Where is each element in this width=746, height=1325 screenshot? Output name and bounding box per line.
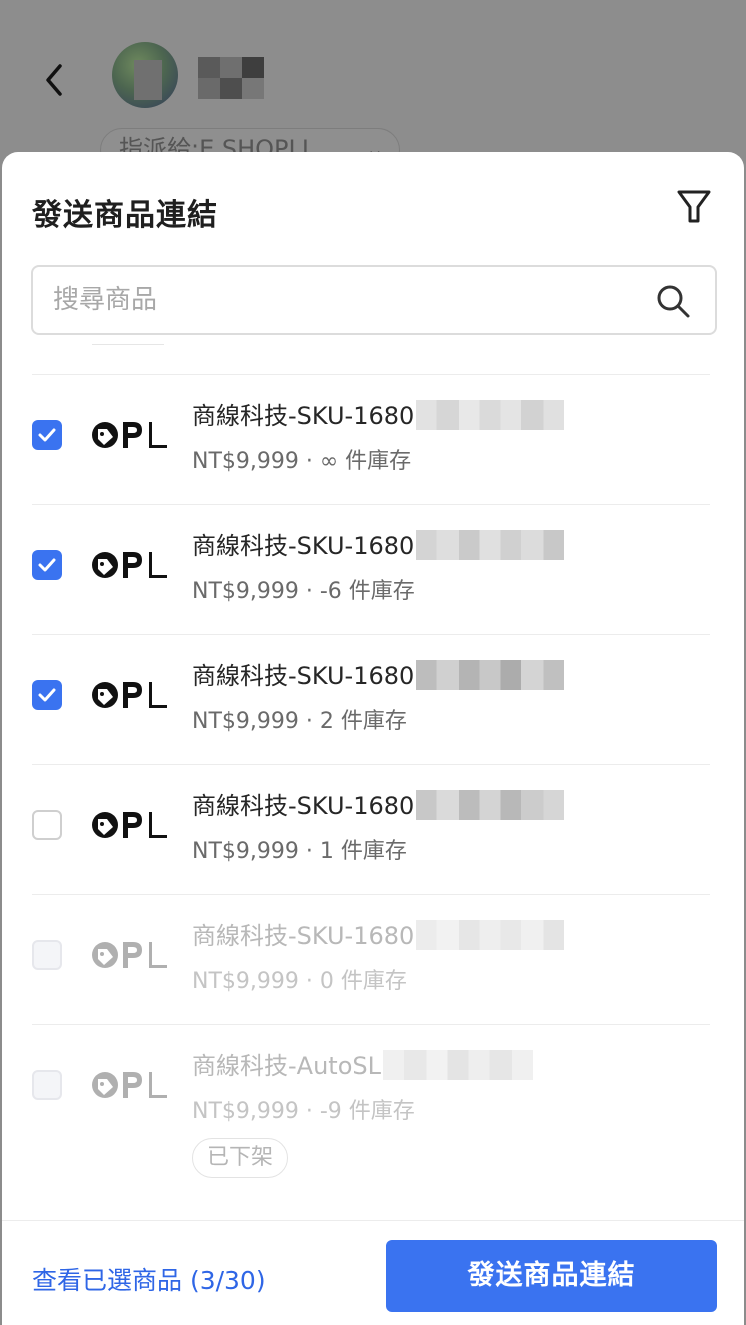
product-price-stock: NT$9,999 · -6 件庫存 xyxy=(192,579,415,604)
product-name-text: 商線科技-SKU-1680 xyxy=(192,402,415,430)
product-checkbox xyxy=(32,940,62,970)
product-row[interactable]: 商線科技-SKU-1680 NT$9,999 · 2 件庫存 xyxy=(2,634,744,764)
product-row: 商線科技-AutoSL NT$9,999 · -9 件庫存已下架 xyxy=(2,1024,744,1178)
product-checkbox xyxy=(32,1070,62,1100)
product-name: 商線科技-SKU-1680 xyxy=(192,526,565,562)
chat-header-background: 指派給:E SHOPLI ⌄ xyxy=(0,0,746,172)
product-row[interactable]: 商線科技-SKU-1680 NT$9,999 · -6 件庫存 xyxy=(2,504,744,634)
redacted-sku-suffix xyxy=(416,660,565,690)
product-checkbox[interactable] xyxy=(32,420,62,450)
row-divider xyxy=(32,504,710,505)
checkmark-icon xyxy=(38,428,56,442)
redacted-sku-suffix xyxy=(416,530,565,560)
redacted-sku-suffix xyxy=(416,400,565,430)
product-price-stock: NT$9,999 · ∞ 件庫存 xyxy=(192,449,412,474)
filter-icon[interactable] xyxy=(672,184,716,228)
product-name: 商線科技-AutoSL xyxy=(192,1046,533,1082)
product-thumbnail-logo xyxy=(92,942,167,968)
product-name: 商線科技-SKU-1680 xyxy=(192,396,565,432)
product-thumbnail-logo xyxy=(92,1072,167,1098)
checkmark-icon xyxy=(38,558,56,572)
redacted-sku-suffix xyxy=(383,1050,533,1080)
product-row: 商線科技-SKU-1680 NT$9,999 · 0 件庫存 xyxy=(2,894,744,1024)
product-thumbnail-logo xyxy=(92,682,167,708)
row-divider xyxy=(32,374,710,375)
status-badge: 已下架 xyxy=(192,1138,289,1178)
product-name-text: 商線科技-AutoSL xyxy=(192,1052,381,1080)
row-divider xyxy=(32,894,710,895)
product-checkbox[interactable] xyxy=(32,550,62,580)
contact-name-redacted xyxy=(198,57,264,99)
redacted-sku-suffix xyxy=(416,790,565,820)
product-list[interactable]: 商線科技-SKU-1680 NT$9,999 · ∞ 件庫存 商線科技-SKU-16… xyxy=(2,344,744,1220)
row-divider xyxy=(32,1024,710,1025)
row-divider xyxy=(32,634,710,635)
product-thumbnail-logo xyxy=(92,422,167,448)
checkmark-icon xyxy=(38,688,56,702)
product-price-stock: NT$9,999 · 2 件庫存 xyxy=(192,709,407,734)
view-selected-link[interactable]: 查看已選商品 (3/30) xyxy=(32,1261,266,1297)
product-checkbox[interactable] xyxy=(32,680,62,710)
product-row[interactable]: 商線科技-SKU-1680 NT$9,999 · 1 件庫存 xyxy=(2,764,744,894)
product-thumbnail-logo xyxy=(92,812,167,838)
sheet-title: 發送商品連結 xyxy=(32,198,218,233)
product-name-text: 商線科技-SKU-1680 xyxy=(192,922,415,950)
search-input[interactable] xyxy=(53,277,633,323)
product-row[interactable]: 商線科技-SKU-1680 NT$9,999 · ∞ 件庫存 xyxy=(2,374,744,504)
avatar[interactable] xyxy=(112,42,178,108)
product-name-text: 商線科技-SKU-1680 xyxy=(192,792,415,820)
product-name-text: 商線科技-SKU-1680 xyxy=(192,662,415,690)
back-arrow-icon[interactable] xyxy=(40,62,70,98)
product-name: 商線科技-SKU-1680 xyxy=(192,656,565,692)
product-thumbnail-logo xyxy=(92,552,167,578)
product-price-stock: NT$9,999 · 1 件庫存 xyxy=(192,839,407,864)
search-box xyxy=(31,265,717,335)
send-product-link-button[interactable]: 發送商品連結 xyxy=(386,1240,717,1312)
search-icon[interactable] xyxy=(655,283,691,319)
product-name: 商線科技-SKU-1680 xyxy=(192,916,565,952)
product-price-stock: NT$9,999 · 0 件庫存 xyxy=(192,969,407,994)
product-name: 商線科技-SKU-1680 xyxy=(192,786,565,822)
sheet-footer: 查看已選商品 (3/30) 發送商品連結 xyxy=(2,1220,744,1325)
redacted-sku-suffix xyxy=(416,920,565,950)
product-checkbox[interactable] xyxy=(32,810,62,840)
product-name-text: 商線科技-SKU-1680 xyxy=(192,532,415,560)
row-divider xyxy=(32,764,710,765)
send-product-link-sheet: 發送商品連結 商線科技-SKU-1680NT$9,999 · ∞ 件庫存商線科技… xyxy=(2,152,744,1325)
product-price-stock: NT$9,999 · -9 件庫存 xyxy=(192,1099,415,1124)
